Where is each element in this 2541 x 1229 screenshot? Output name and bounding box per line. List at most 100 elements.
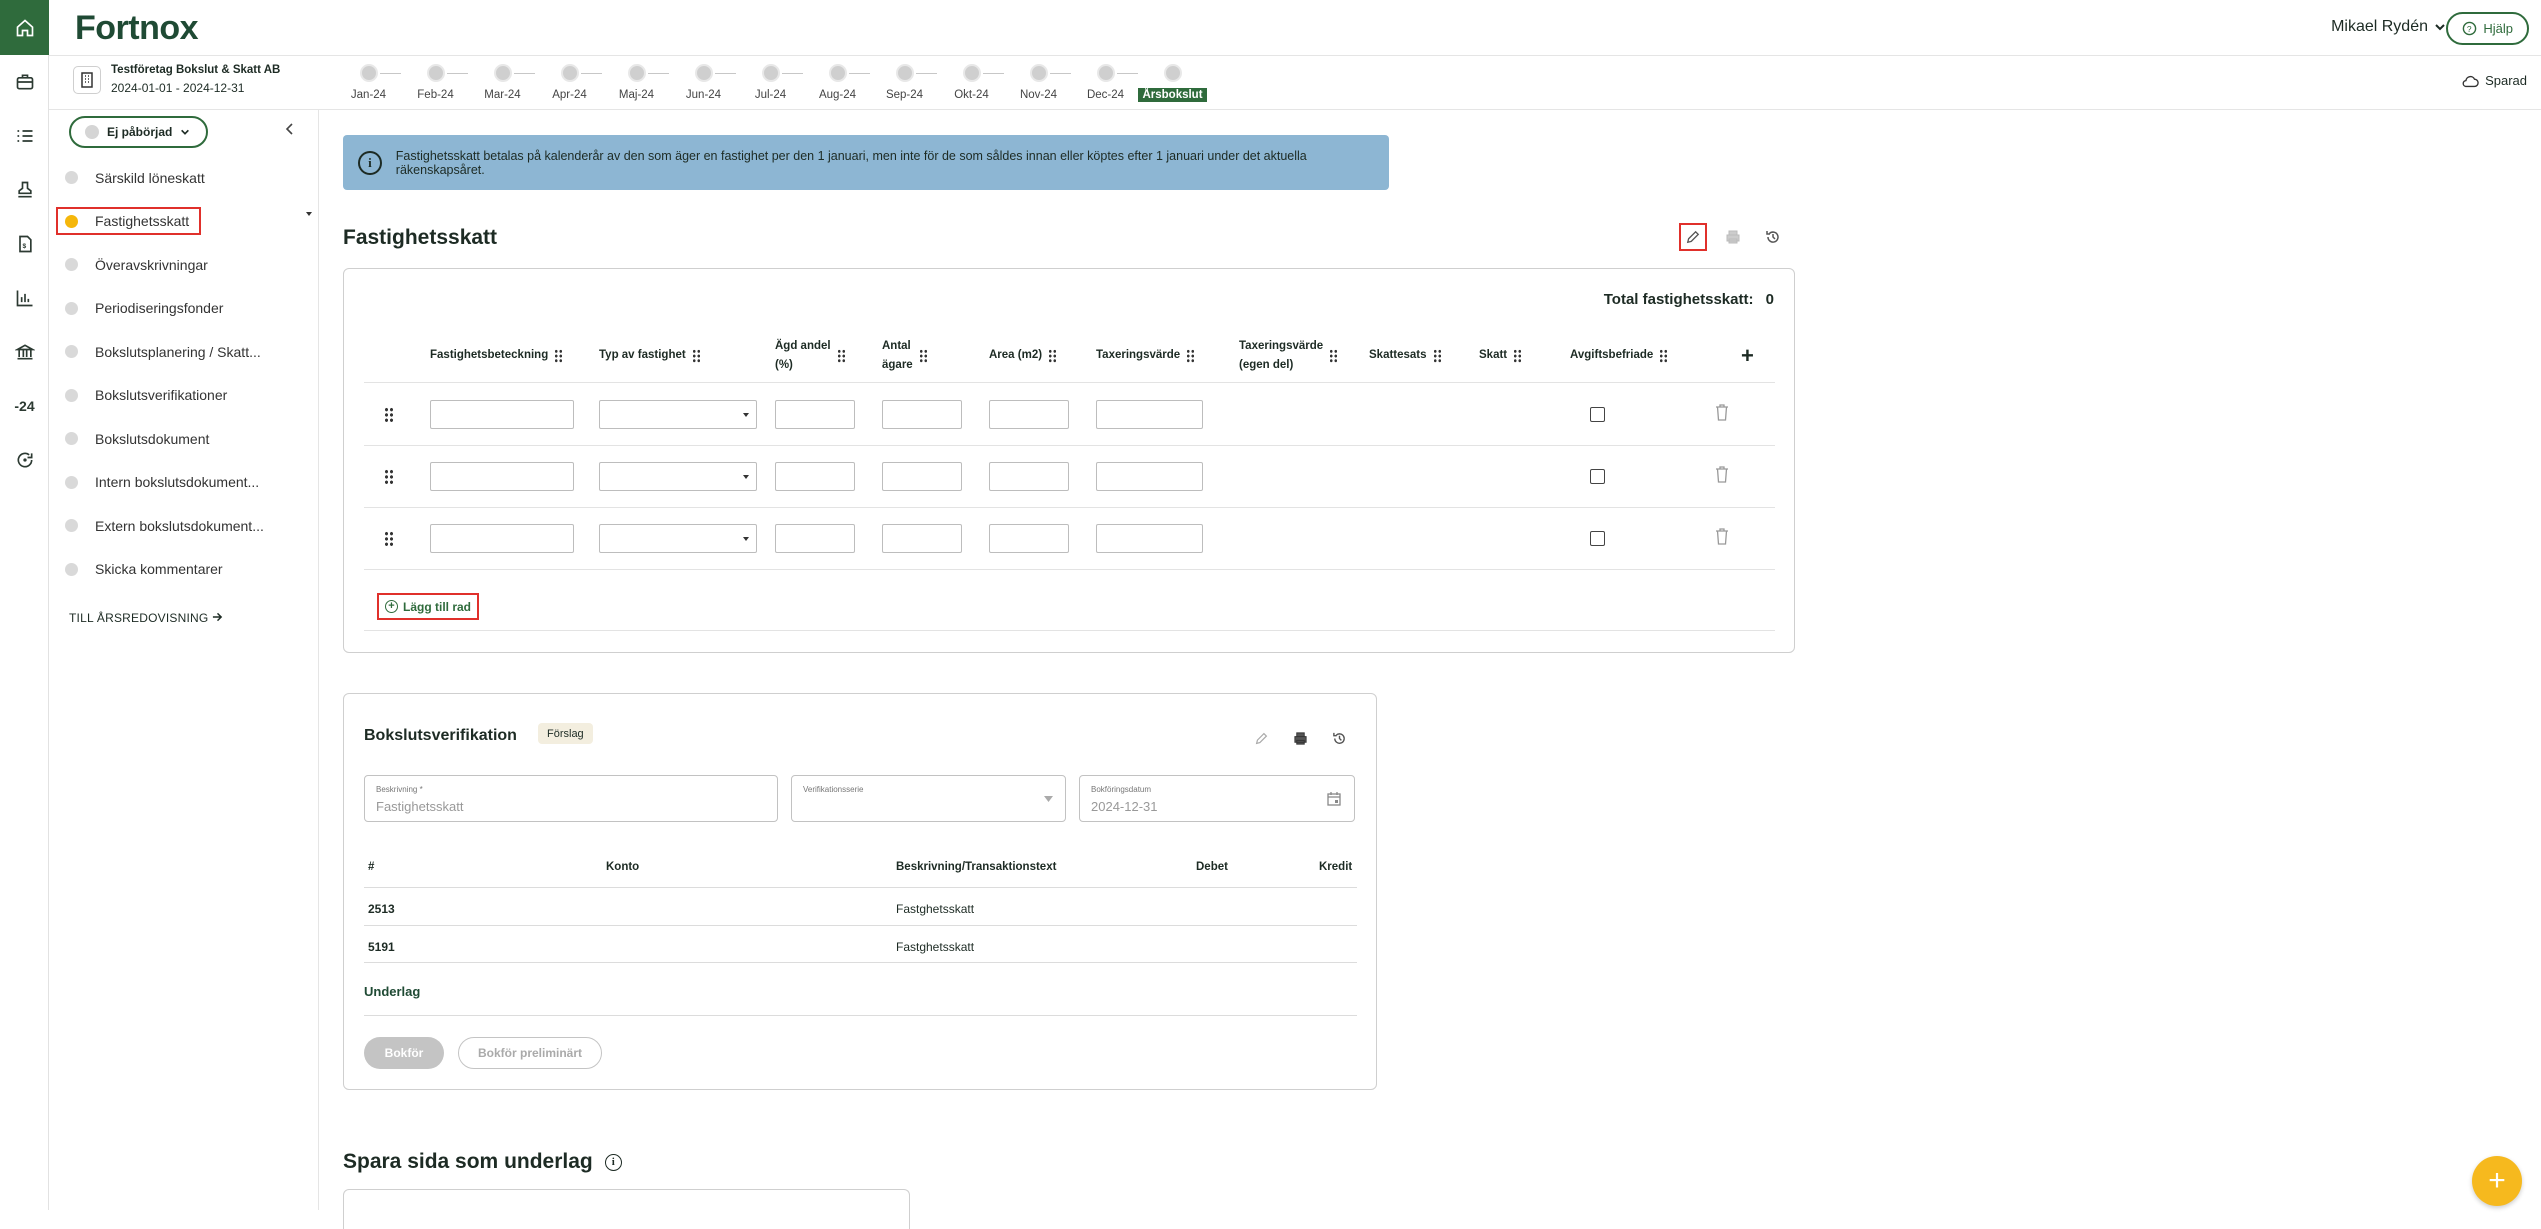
column-header[interactable]: Area (m2): [989, 346, 1057, 365]
till-arsredovisning-link[interactable]: TILL ÅRSREDOVISNING: [69, 611, 223, 625]
status-dropdown[interactable]: Ej påbörjad: [69, 116, 208, 148]
agd-andel-input[interactable]: [775, 400, 855, 429]
month-step[interactable]: Sep-24: [871, 64, 938, 102]
antal-agare-input[interactable]: [882, 524, 962, 553]
month-step[interactable]: Okt-24: [938, 64, 1005, 102]
sidebar-item[interactable]: Överavskrivningar: [49, 243, 319, 286]
verification-row[interactable]: 5191 Fastghetsskatt: [364, 925, 1357, 963]
column-header[interactable]: Fastighetsbeteckning: [430, 346, 563, 365]
edit-button[interactable]: [1679, 223, 1707, 251]
sidebar-item[interactable]: Bokslutsplanering / Skatt...: [49, 330, 319, 373]
month-step[interactable]: Mar-24: [469, 64, 536, 102]
typ-av-fastighet-select[interactable]: [599, 524, 757, 553]
print-button[interactable]: [1719, 223, 1747, 251]
column-header[interactable]: Skattesats: [1369, 346, 1442, 365]
add-fab-button[interactable]: +: [2472, 1156, 2522, 1206]
agd-andel-input[interactable]: [775, 524, 855, 553]
add-column-button[interactable]: +: [1741, 343, 1754, 369]
column-drag-icon[interactable]: [554, 349, 563, 363]
taxeringsvarde-input[interactable]: [1096, 400, 1203, 429]
column-header[interactable]: Skatt: [1479, 346, 1522, 365]
row-drag-icon[interactable]: [384, 469, 394, 485]
avgiftsbefriade-checkbox[interactable]: [1590, 531, 1605, 546]
typ-av-fastighet-select[interactable]: [599, 462, 757, 491]
fastighetsbeteckning-input[interactable]: [430, 400, 574, 429]
month-step[interactable]: Nov-24: [1005, 64, 1072, 102]
month-step[interactable]: Feb-24: [402, 64, 469, 102]
print-verification-button[interactable]: [1286, 724, 1314, 752]
month-step[interactable]: Apr-24: [536, 64, 603, 102]
agd-andel-input[interactable]: [775, 462, 855, 491]
column-drag-icon[interactable]: [1048, 349, 1057, 363]
sidebar-item[interactable]: Extern bokslutsdokument...: [49, 504, 319, 547]
add-row-button[interactable]: + Lägg till rad: [377, 593, 479, 620]
history-button[interactable]: [1759, 223, 1787, 251]
column-drag-icon[interactable]: [1186, 349, 1195, 363]
verification-series-select[interactable]: Verifikationsserie: [791, 775, 1066, 822]
column-drag-icon[interactable]: [1329, 349, 1338, 363]
company-selector[interactable]: Testföretag Bokslut & Skatt AB 2024-01-0…: [73, 64, 280, 95]
home-button[interactable]: [0, 0, 49, 55]
bank-nav[interactable]: [0, 325, 49, 379]
year-nav[interactable]: -24: [0, 379, 49, 433]
month-step[interactable]: Maj-24: [603, 64, 670, 102]
taxeringsvarde-input[interactable]: [1096, 524, 1203, 553]
stamp-nav[interactable]: [0, 163, 49, 217]
history-verification-button[interactable]: [1325, 724, 1353, 752]
sidebar-item[interactable]: Bokslutsverifikationer: [49, 374, 319, 417]
antal-agare-input[interactable]: [882, 400, 962, 429]
calendar-icon[interactable]: [1326, 791, 1342, 807]
sidebar-item[interactable]: Skicka kommentarer: [49, 548, 319, 591]
trash-icon[interactable]: [1715, 466, 1729, 483]
description-field[interactable]: Beskrivning * Fastighetsskatt: [364, 775, 778, 822]
chart-nav[interactable]: [0, 271, 49, 325]
column-header[interactable]: Taxeringsvärde(egen del): [1239, 337, 1338, 375]
verification-row[interactable]: 2513 Fastghetsskatt: [364, 887, 1357, 925]
sidebar-item[interactable]: Bokslutsdokument: [49, 417, 319, 460]
collapse-sidebar-icon[interactable]: [285, 122, 295, 140]
sidebar-item[interactable]: Periodiseringsfonder: [49, 287, 319, 330]
area-input[interactable]: [989, 400, 1069, 429]
book-button[interactable]: Bokför: [364, 1037, 444, 1069]
area-input[interactable]: [989, 524, 1069, 553]
column-drag-icon[interactable]: [1433, 349, 1442, 363]
taxeringsvarde-input[interactable]: [1096, 462, 1203, 491]
booking-date-field[interactable]: Bokföringsdatum 2024-12-31: [1079, 775, 1355, 822]
column-header[interactable]: Avgiftsbefriade: [1570, 346, 1668, 365]
column-drag-icon[interactable]: [919, 349, 928, 363]
document-nav[interactable]: $: [0, 217, 49, 271]
sidebar-item[interactable]: Intern bokslutsdokument...: [49, 461, 319, 504]
column-header[interactable]: Antalägare: [882, 337, 928, 375]
column-drag-icon[interactable]: [837, 349, 846, 363]
user-menu[interactable]: Mikael Rydén: [2331, 18, 2446, 36]
column-drag-icon[interactable]: [1513, 349, 1522, 363]
month-step[interactable]: Dec-24: [1072, 64, 1139, 102]
avgiftsbefriade-checkbox[interactable]: [1590, 469, 1605, 484]
column-drag-icon[interactable]: [692, 349, 701, 363]
month-step[interactable]: Aug-24: [804, 64, 871, 102]
fortnox-logo[interactable]: Fortnox: [75, 9, 198, 48]
month-step[interactable]: Jun-24: [670, 64, 737, 102]
help-button[interactable]: ? Hjälp: [2446, 12, 2529, 45]
fastighetsbeteckning-input[interactable]: [430, 524, 574, 553]
month-step[interactable]: Jan-24: [335, 64, 402, 102]
trash-icon[interactable]: [1715, 404, 1729, 421]
row-drag-icon[interactable]: [384, 531, 394, 547]
avgiftsbefriade-checkbox[interactable]: [1590, 407, 1605, 422]
briefcase-nav[interactable]: [0, 55, 49, 109]
checklist-nav[interactable]: [0, 109, 49, 163]
sidebar-item[interactable]: Särskild löneskatt: [49, 156, 319, 199]
antal-agare-input[interactable]: [882, 462, 962, 491]
refresh-nav[interactable]: [0, 433, 49, 487]
info-icon[interactable]: i: [605, 1154, 622, 1171]
column-header[interactable]: Typ av fastighet: [599, 346, 701, 365]
column-header[interactable]: Ägd andel(%): [775, 337, 846, 375]
typ-av-fastighet-select[interactable]: [599, 400, 757, 429]
area-input[interactable]: [989, 462, 1069, 491]
row-drag-icon[interactable]: [384, 407, 394, 423]
column-drag-icon[interactable]: [1659, 349, 1668, 363]
book-preliminary-button[interactable]: Bokför preliminärt: [458, 1037, 602, 1069]
trash-icon[interactable]: [1715, 528, 1729, 545]
month-step[interactable]: Årsbokslut: [1139, 64, 1206, 102]
edit-verification-button[interactable]: [1247, 724, 1275, 752]
